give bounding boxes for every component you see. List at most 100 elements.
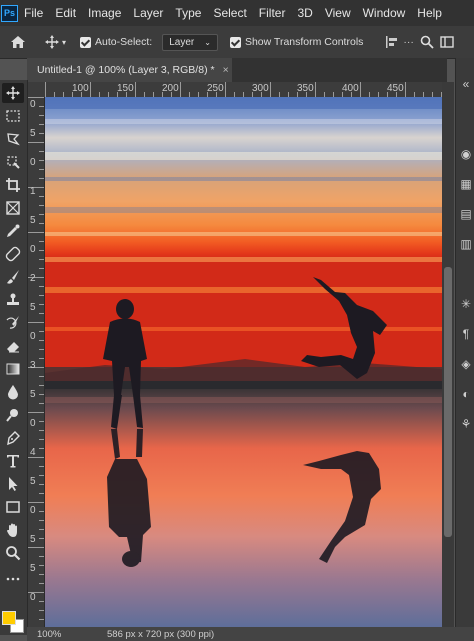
menu-bar: Ps File Edit Image Layer Type Select Fil…: [0, 0, 474, 26]
zoom-tool-icon[interactable]: [2, 543, 24, 563]
type-tool-icon[interactable]: [2, 451, 24, 471]
menu-type[interactable]: Type: [169, 0, 207, 26]
healing-brush-tool-icon[interactable]: [2, 244, 24, 264]
show-transform-label: Show Transform Controls: [244, 36, 364, 48]
align-left-icon[interactable]: [385, 35, 399, 49]
path-select-tool-icon[interactable]: [2, 474, 24, 494]
options-bar: ▾ Auto-Select: Layer ⌄ Show Transform Co…: [0, 26, 474, 59]
auto-select-checkbox[interactable]: Auto-Select:: [80, 36, 152, 48]
sunset-photo: [45, 97, 442, 627]
search-icon[interactable]: [420, 35, 434, 49]
home-icon[interactable]: [10, 35, 26, 49]
ruler-label: 0: [30, 244, 36, 255]
ruler-label: 0: [30, 505, 36, 516]
ruler-label: 5: [30, 476, 36, 487]
ruler-label: 0: [30, 592, 36, 603]
eraser-tool-icon[interactable]: [2, 336, 24, 356]
libraries-panel-icon[interactable]: ▥: [459, 238, 473, 250]
adjustments-panel-icon[interactable]: ◐: [459, 388, 473, 400]
zoom-level[interactable]: 100%: [27, 629, 77, 640]
blur-tool-icon[interactable]: [2, 382, 24, 402]
dodge-tool-icon[interactable]: [2, 405, 24, 425]
menu-window[interactable]: Window: [357, 0, 412, 26]
lasso-tool-icon[interactable]: [2, 129, 24, 149]
ruler-label: 300: [252, 83, 269, 94]
ruler-corner: [28, 82, 45, 97]
color-panel-icon[interactable]: ◉: [459, 148, 473, 160]
move-tool-icon[interactable]: [2, 83, 24, 103]
gradient-tool-icon[interactable]: [2, 359, 24, 379]
ruler-label: 5: [30, 563, 36, 574]
checkbox-checked-icon: [80, 36, 92, 48]
vertical-ruler[interactable]: 0 5 0 1 5 0 2 5 0 3 5 0 4 5 0 5 5 0: [28, 97, 45, 627]
document-info: 586 px x 720 px (300 ppi): [107, 628, 215, 640]
ruler-label: 100: [72, 83, 89, 94]
document-canvas[interactable]: [45, 97, 442, 627]
ruler-label: 0: [30, 331, 36, 342]
brush-tool-icon[interactable]: [2, 267, 24, 287]
chevron-down-icon: ⌄: [204, 37, 211, 47]
menu-edit[interactable]: Edit: [49, 0, 82, 26]
ruler-label: 250: [207, 83, 224, 94]
ruler-label: 400: [342, 83, 359, 94]
show-transform-checkbox[interactable]: Show Transform Controls: [229, 36, 364, 48]
menu-help[interactable]: Help: [411, 0, 448, 26]
auto-select-value: Layer: [169, 36, 195, 48]
ruler-label: 5: [30, 128, 36, 139]
marquee-tool-icon[interactable]: [2, 106, 24, 126]
channels-panel-icon[interactable]: ⚘: [459, 418, 473, 430]
foreground-color-swatch[interactable]: [2, 611, 16, 625]
rectangle-tool-icon[interactable]: [2, 497, 24, 517]
quick-select-tool-icon[interactable]: [2, 152, 24, 172]
ruler-label: 3: [30, 360, 36, 371]
paragraph-panel-icon[interactable]: ¶: [459, 328, 473, 340]
ruler-label: 200: [162, 83, 179, 94]
brushes-panel-icon[interactable]: ✳: [459, 298, 473, 310]
history-brush-tool-icon[interactable]: [2, 313, 24, 333]
ruler-label: 0: [30, 157, 36, 168]
panel-collapse-icon[interactable]: «: [459, 78, 473, 90]
ruler-label: 0: [30, 418, 36, 429]
workspace-icon[interactable]: [440, 35, 454, 49]
chevron-down-icon: ▾: [62, 37, 67, 47]
auto-select-dropdown[interactable]: Layer ⌄: [162, 33, 218, 51]
ruler-ticks: [45, 82, 442, 97]
menu-3d[interactable]: 3D: [291, 0, 318, 26]
move-tool-preset-icon[interactable]: ▾: [44, 34, 66, 50]
crop-tool-icon[interactable]: [2, 175, 24, 195]
menu-filter[interactable]: Filter: [253, 0, 292, 26]
menu-image[interactable]: Image: [82, 0, 127, 26]
ruler-label: 0: [30, 99, 36, 110]
photoshop-logo[interactable]: Ps: [1, 4, 18, 22]
menu-select[interactable]: Select: [207, 0, 252, 26]
scrollbar-thumb[interactable]: [444, 267, 452, 537]
horizontal-ruler[interactable]: 100 150 200 250 300 350 400 450: [45, 82, 442, 98]
properties-panel-icon[interactable]: ▤: [459, 208, 473, 220]
layers-panel-icon[interactable]: ◈: [459, 358, 473, 370]
vertical-scrollbar[interactable]: [442, 82, 454, 627]
ruler-label: 4: [30, 447, 36, 458]
ruler-label: 5: [30, 534, 36, 545]
more-options-icon[interactable]: ···: [403, 36, 414, 48]
close-icon[interactable]: ×: [223, 64, 229, 76]
more-tools-icon[interactable]: [2, 569, 24, 589]
ruler-label: 5: [30, 215, 36, 226]
checkbox-checked-icon: [229, 36, 241, 48]
hand-tool-icon[interactable]: [2, 520, 24, 540]
ruler-label: 2: [30, 273, 36, 284]
eyedropper-tool-icon[interactable]: [2, 221, 24, 241]
document-tab-title: Untitled-1 @ 100% (Layer 3, RGB/8) *: [37, 64, 215, 76]
pen-tool-icon[interactable]: [2, 428, 24, 448]
menu-file[interactable]: File: [18, 0, 49, 26]
ruler-label: 5: [30, 389, 36, 400]
color-swatches: [0, 605, 27, 635]
ruler-label: 350: [297, 83, 314, 94]
menu-view[interactable]: View: [319, 0, 357, 26]
clone-stamp-tool-icon[interactable]: [2, 290, 24, 310]
swatches-panel-icon[interactable]: ▦: [459, 178, 473, 190]
right-panel-dock: « ◉ ▦ ▤ ▥ ✳ ¶ ◈ ◐ ⚘: [455, 58, 474, 635]
document-tab[interactable]: Untitled-1 @ 100% (Layer 3, RGB/8) * ×: [27, 58, 232, 82]
frame-tool-icon[interactable]: [2, 198, 24, 218]
ruler-label: 450: [387, 83, 404, 94]
menu-layer[interactable]: Layer: [127, 0, 169, 26]
